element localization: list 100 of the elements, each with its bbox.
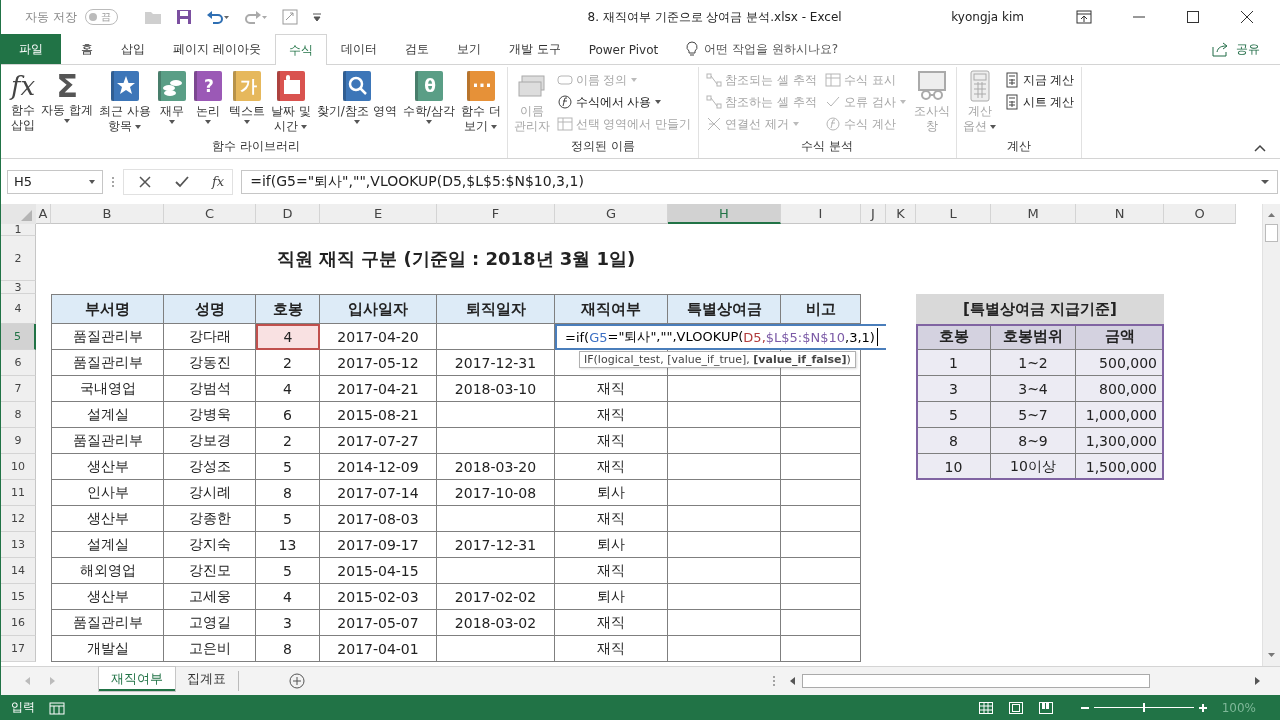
sheet-tab[interactable]: 집계표 [175, 667, 238, 691]
row-header[interactable]: 8 [1, 402, 36, 428]
undo-icon[interactable] [205, 9, 230, 25]
table-cell: 2017-12-31 [437, 350, 555, 376]
caret-icon [167, 119, 176, 125]
column-header[interactable]: H [668, 204, 781, 224]
zoom-slider-thumb[interactable] [1142, 703, 1145, 712]
table-cell: 고은비 [164, 636, 256, 662]
table-cell: 강범석 [164, 376, 256, 402]
ribbon-tab[interactable]: 삽입 [107, 34, 159, 64]
row-header[interactable]: 7 [1, 376, 36, 402]
column-header[interactable]: L [916, 204, 991, 224]
check-icon[interactable] [174, 174, 190, 189]
ribbon-button[interactable]: 찾기/참조 영역 [313, 67, 400, 127]
macro-record-icon[interactable] [49, 700, 65, 715]
share-button[interactable]: 공유 [1206, 34, 1266, 64]
page-layout-icon[interactable] [1007, 700, 1024, 715]
ribbon-button[interactable]: ··· 함수 더 보기 [457, 67, 504, 136]
touch-mode-icon[interactable] [281, 9, 298, 25]
column-header[interactable]: M [991, 204, 1076, 224]
formula-edit-field[interactable]: =if(G5="퇴사","",VLOOKUP(D5,$L$5:$N$10,3,1) [555, 324, 886, 350]
table-cell: 1~2 [991, 350, 1076, 376]
row-header[interactable]: 12 [1, 506, 36, 532]
row-header[interactable]: 9 [1, 428, 36, 454]
column-header[interactable]: K [886, 204, 916, 224]
save-icon[interactable] [175, 9, 192, 25]
ribbon-group-label: 정의된 이름 [569, 138, 636, 155]
ribbon-button[interactable]: 최근 사용 항목 [96, 67, 154, 136]
table-cell: 재직 [555, 506, 668, 532]
ribbon-tab[interactable]: 검토 [390, 34, 443, 64]
ribbon-tab[interactable]: 데이터 [326, 34, 391, 64]
table-header-cell: 퇴직일자 [437, 294, 555, 324]
ribbon-button[interactable]: 수식에서 사용 [552, 91, 696, 113]
row-header[interactable]: 16 [1, 610, 36, 636]
ribbon-button[interactable]: 지금 계산 [999, 69, 1079, 91]
ribbon-tab[interactable]: 페이지 레이아웃 [159, 34, 275, 64]
scroll-thumb[interactable] [802, 674, 1150, 688]
row-header[interactable]: 13 [1, 532, 36, 558]
customize-caret-icon[interactable] [311, 11, 322, 23]
ribbon-group-label: 계산 [1006, 138, 1033, 155]
column-header[interactable]: N [1076, 204, 1164, 224]
column-header[interactable]: O [1164, 204, 1236, 224]
name-box[interactable]: H5 [7, 169, 103, 194]
ribbon-tab[interactable]: 수식 [274, 34, 327, 65]
ribbon-tab[interactable]: 개발 도구 [494, 34, 575, 64]
row-header[interactable]: 3 [1, 281, 36, 294]
row-header[interactable]: 4 [1, 294, 36, 324]
formula-field[interactable]: =if(G5="퇴사","",VLOOKUP(D5,$L$5:$N$10,3,1) [241, 169, 1278, 194]
column-header[interactable]: E [320, 204, 437, 224]
table-header-cell: 입사일자 [320, 294, 437, 324]
add-sheet-icon[interactable] [289, 673, 305, 689]
expand-icon[interactable] [1260, 177, 1270, 186]
ribbon-button[interactable]: 시트 계산 [999, 91, 1079, 113]
column-header[interactable]: D [256, 204, 320, 224]
file-tab[interactable]: 파일 [1, 34, 61, 64]
function-tooltip: IF(logical_test, [value_if_true], [value_if_false]) [579, 351, 856, 368]
collapse-ribbon-icon[interactable] [1254, 144, 1266, 152]
scroll-thumb[interactable] [1265, 224, 1278, 242]
column-header[interactable]: F [437, 204, 555, 224]
row-header[interactable]: 10 [1, 454, 36, 480]
ribbon-button[interactable]: 날짜 및 시간 [267, 67, 314, 136]
close-icon[interactable] [1240, 10, 1254, 24]
maximize-icon[interactable] [1186, 10, 1200, 24]
column-header[interactable]: B [51, 204, 164, 224]
ribbon-button[interactable]: Σ 자동 합계 [38, 67, 97, 126]
table-cell: 퇴사 [555, 584, 668, 610]
cancel-icon[interactable] [138, 174, 152, 189]
column-header[interactable]: C [164, 204, 256, 224]
vertical-scrollbar[interactable] [1262, 204, 1280, 666]
row-header[interactable]: 11 [1, 480, 36, 506]
row-header[interactable]: 6 [1, 350, 36, 376]
ribbon-button[interactable]: 가 텍스트 [225, 67, 268, 127]
row-header[interactable]: 5 [1, 324, 36, 350]
ribbon-button[interactable]: 재무 [153, 67, 190, 127]
column-header[interactable]: G [555, 204, 668, 224]
ribbon-button[interactable]: ? 논리 [189, 67, 226, 127]
zoom-in-icon[interactable] [1197, 702, 1208, 713]
sheet-tab[interactable]: 재직여부 [99, 667, 175, 691]
ribbon-display-icon[interactable] [1076, 10, 1092, 24]
column-header[interactable]: A [36, 204, 51, 224]
page-break-icon[interactable] [1037, 700, 1054, 715]
table-header-cell: 재직여부 [555, 294, 668, 324]
book-icon: θ [413, 70, 444, 102]
ribbon-button[interactable]: θ 수학/삼각 [399, 67, 458, 127]
table-cell: 800,000 [1076, 376, 1164, 402]
normal-view-icon[interactable] [977, 700, 994, 715]
caret-icon [654, 99, 663, 105]
ribbon-tab[interactable]: Power Pivot [574, 34, 673, 64]
tell-me-search[interactable]: 어떤 작업을 원하시나요? [686, 34, 839, 64]
row-header[interactable]: 17 [1, 636, 36, 662]
column-header[interactable]: I [781, 204, 861, 224]
column-header[interactable]: J [861, 204, 886, 224]
ribbon-button[interactable]: fx 함수 삽입 [8, 67, 39, 135]
row-header[interactable]: 1 [1, 224, 36, 236]
row-header[interactable]: 15 [1, 584, 36, 610]
row-header[interactable]: 14 [1, 558, 36, 584]
ribbon-tab[interactable]: 홈 [67, 34, 107, 64]
row-header[interactable]: 2 [1, 236, 36, 281]
insert-function-button[interactable]: fx [212, 174, 225, 189]
ribbon-tab[interactable]: 보기 [442, 34, 495, 64]
